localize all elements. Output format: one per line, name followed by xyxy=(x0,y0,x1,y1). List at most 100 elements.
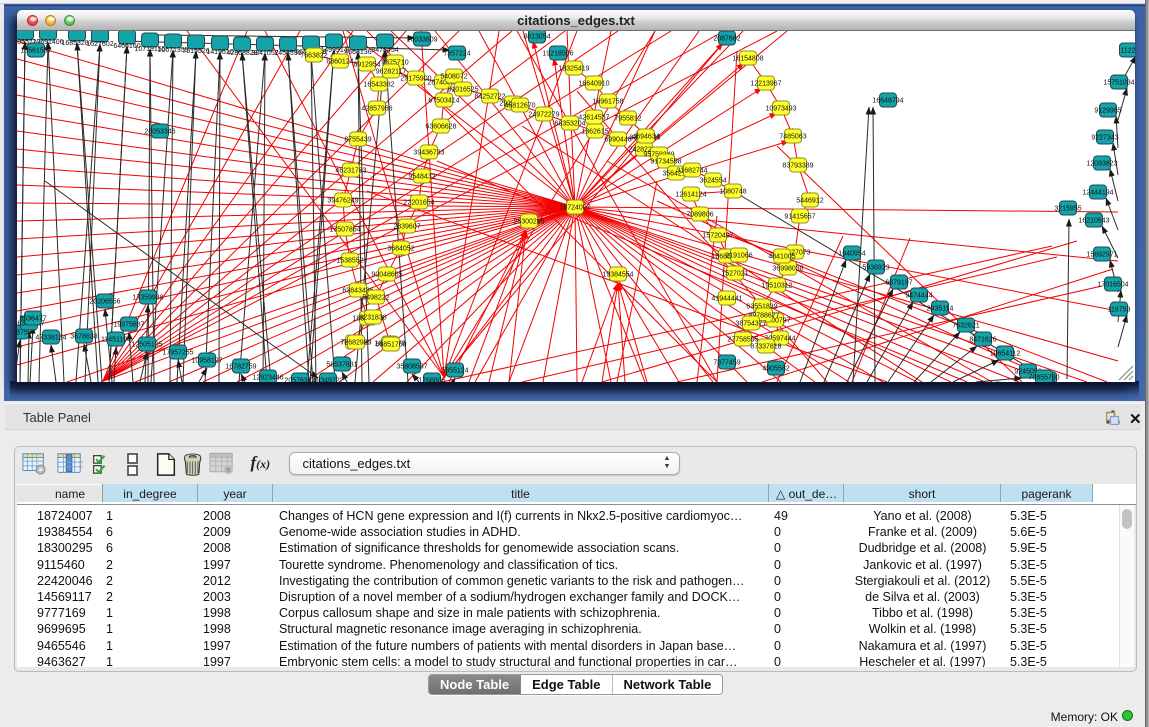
svg-text:8860124: 8860124 xyxy=(326,59,353,66)
svg-text:19384554: 19384554 xyxy=(602,272,633,279)
svg-text:7377459: 7377459 xyxy=(713,360,740,367)
svg-text:12444194: 12444194 xyxy=(1082,190,1113,197)
svg-text:28053346: 28053346 xyxy=(144,129,175,136)
svg-text:72682989: 72682989 xyxy=(340,340,371,347)
svg-text:36687537: 36687537 xyxy=(17,330,36,337)
svg-text:10973493: 10973493 xyxy=(765,106,796,113)
svg-text:84252722: 84252722 xyxy=(474,94,505,101)
svg-text:4905582: 4905582 xyxy=(762,366,789,373)
svg-text:38754377: 38754377 xyxy=(735,321,766,328)
svg-text:2191066: 2191066 xyxy=(725,253,752,260)
svg-text:16154808: 16154808 xyxy=(732,56,763,63)
svg-text:16033809: 16033809 xyxy=(406,37,437,44)
svg-text:67503414: 67503414 xyxy=(428,98,459,105)
svg-text:11451194: 11451194 xyxy=(101,337,131,344)
svg-text:3684052: 3684052 xyxy=(387,246,414,253)
svg-text:9129965: 9129965 xyxy=(1094,108,1121,115)
svg-text:91415657: 91415657 xyxy=(784,214,815,221)
svg-text:12614124: 12614124 xyxy=(675,192,706,199)
svg-text:3678638: 3678638 xyxy=(70,334,97,341)
svg-text:8231838: 8231838 xyxy=(359,315,386,322)
svg-text:2935114: 2935114 xyxy=(927,306,954,313)
svg-text:4694634: 4694634 xyxy=(632,134,659,141)
svg-text:31682744: 31682744 xyxy=(676,168,707,175)
svg-text:4841005: 4841005 xyxy=(768,254,795,261)
svg-text:19218506: 19218506 xyxy=(542,51,573,58)
svg-text:2839607: 2839607 xyxy=(393,224,420,231)
svg-text:35808537: 35808537 xyxy=(396,364,427,371)
svg-text:81016525: 81016525 xyxy=(447,87,478,94)
svg-text:16782759: 16782759 xyxy=(225,364,256,371)
svg-text:27758595: 27758595 xyxy=(727,337,758,344)
svg-text:39476249: 39476249 xyxy=(327,198,358,205)
svg-text:7485063: 7485063 xyxy=(779,134,806,141)
svg-text:116753: 116753 xyxy=(1108,307,1131,314)
svg-text:5408072: 5408072 xyxy=(440,74,467,81)
svg-text:8536477: 8536477 xyxy=(19,316,46,323)
svg-text:6879197: 6879197 xyxy=(885,280,912,287)
svg-text:8912954: 8912954 xyxy=(353,62,380,69)
svg-text:42857966: 42857966 xyxy=(361,106,392,113)
svg-text:9227343: 9227343 xyxy=(1091,135,1118,142)
svg-text:45812670: 45812670 xyxy=(504,103,535,110)
svg-text:1768805: 1768805 xyxy=(418,378,445,383)
svg-text:7357224: 7357224 xyxy=(443,51,470,58)
svg-text:16543382: 16543382 xyxy=(363,82,394,89)
svg-text:3624554: 3624554 xyxy=(699,178,726,185)
svg-text:15692971: 15692971 xyxy=(1086,252,1117,259)
svg-text:16648794: 16648794 xyxy=(872,98,903,105)
svg-text:19975887: 19975887 xyxy=(113,322,144,329)
svg-text:7089806: 7089806 xyxy=(686,212,713,219)
svg-text:66851760: 66851760 xyxy=(375,342,406,349)
svg-text:91734598: 91734598 xyxy=(650,159,681,166)
svg-text:9548432: 9548432 xyxy=(408,174,435,181)
svg-text:12213967: 12213967 xyxy=(750,81,781,88)
svg-text:17507864: 17507864 xyxy=(329,227,360,234)
svg-text:87337818: 87337818 xyxy=(750,344,781,351)
svg-text:2087682: 2087682 xyxy=(713,36,740,43)
svg-text:16210643: 16210643 xyxy=(1078,218,1109,225)
svg-text:63606628: 63606628 xyxy=(425,124,456,131)
svg-text:47338124: 47338124 xyxy=(35,335,66,342)
svg-text:10654112: 10654112 xyxy=(990,351,1021,358)
svg-text:10958127: 10958127 xyxy=(191,358,222,365)
svg-text:19510312: 19510312 xyxy=(761,283,792,290)
svg-text:18724007: 18724007 xyxy=(559,205,590,212)
svg-text:83793389: 83793389 xyxy=(782,163,813,170)
svg-text:7663822: 7663822 xyxy=(300,53,327,60)
svg-text:5498222: 5498222 xyxy=(362,295,389,302)
svg-text:5938923: 5938923 xyxy=(862,265,889,272)
svg-text:1122: 1122 xyxy=(1120,48,1135,55)
svg-text:6990448: 6990448 xyxy=(604,137,631,144)
svg-text:16961758: 16961758 xyxy=(592,99,623,106)
svg-text:90048665: 90048665 xyxy=(371,272,402,279)
svg-text:22201654: 22201654 xyxy=(403,200,434,207)
svg-text:96282117: 96282117 xyxy=(376,69,407,76)
svg-text:1640954: 1640954 xyxy=(838,251,865,258)
svg-text:39436733: 39436733 xyxy=(413,150,444,157)
svg-text:13325419: 13325419 xyxy=(558,66,589,73)
svg-text:1527021: 1527021 xyxy=(721,271,748,278)
svg-text:17957255: 17957255 xyxy=(162,350,193,357)
svg-text:17359938: 17359938 xyxy=(132,295,163,302)
svg-text:12923446: 12923446 xyxy=(252,375,283,382)
svg-text:8471626: 8471626 xyxy=(969,337,996,344)
svg-text:12505135: 12505135 xyxy=(131,342,162,349)
svg-text:41944441: 41944441 xyxy=(711,296,742,303)
svg-text:70855700: 70855700 xyxy=(1028,375,1059,382)
svg-text:8755439: 8755439 xyxy=(344,137,371,144)
svg-text:24972279: 24972279 xyxy=(528,112,559,119)
svg-text:5446912: 5446912 xyxy=(796,198,823,205)
svg-text:36998038: 36998038 xyxy=(772,266,803,273)
svg-text:8813054: 8813054 xyxy=(523,34,550,41)
svg-text:58537831: 58537831 xyxy=(326,362,357,369)
svg-text:4668136: 4668136 xyxy=(344,49,371,56)
svg-text:15751034: 15751034 xyxy=(1103,80,1134,87)
svg-text:49349722: 49349722 xyxy=(312,378,343,383)
svg-text:1538552: 1538552 xyxy=(336,258,363,265)
svg-text:46231783: 46231783 xyxy=(335,168,366,175)
svg-text:1080748: 1080748 xyxy=(719,189,746,196)
svg-text:1362615: 1362615 xyxy=(581,129,608,136)
svg-text:3215955: 3215955 xyxy=(1054,206,1081,213)
svg-text:1527602: 1527602 xyxy=(86,41,113,48)
